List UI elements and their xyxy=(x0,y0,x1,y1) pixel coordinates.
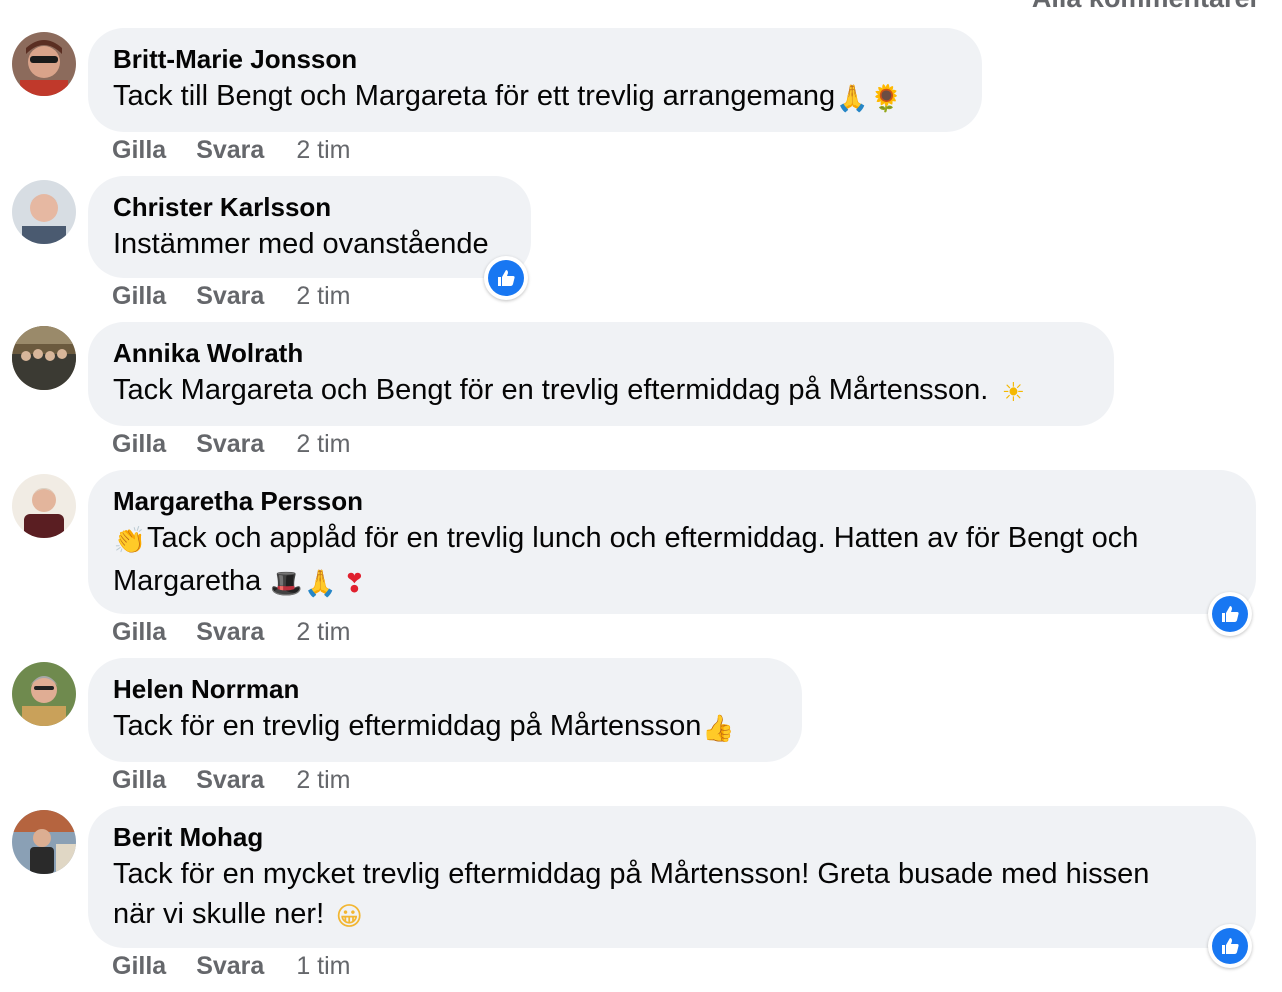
comments-page: Alla kommentarer Britt-Marie Jonsson Tac… xyxy=(0,0,1282,992)
comment-bubble: Helen Norrman Tack för en trevlig efterm… xyxy=(88,658,802,762)
like-icon xyxy=(488,260,524,296)
comment-actions: Gilla Svara 2 tim xyxy=(112,430,351,459)
comment-author[interactable]: Christer Karlsson xyxy=(113,190,506,224)
comment-timestamp[interactable]: 1 tim xyxy=(296,952,350,981)
like-reaction-badge[interactable] xyxy=(1208,924,1252,968)
like-button[interactable]: Gilla xyxy=(112,136,166,165)
like-icon xyxy=(1212,928,1248,964)
sun-emoji-icon: ☀ xyxy=(1001,378,1026,408)
reply-button[interactable]: Svara xyxy=(196,136,264,165)
like-button[interactable]: Gilla xyxy=(112,952,166,981)
reply-button[interactable]: Svara xyxy=(196,618,264,647)
like-reaction-badge[interactable] xyxy=(484,256,528,300)
folded-hands-emoji-icon: 🙏 xyxy=(835,84,869,114)
grinning-face-emoji-icon: 😀 xyxy=(335,902,363,932)
comment-text: Tack för en trevlig eftermiddag på Mårte… xyxy=(113,706,777,749)
comment-timestamp[interactable]: 2 tim xyxy=(296,136,350,165)
reply-button[interactable]: Svara xyxy=(196,282,264,311)
comment-bubble: Berit Mohag Tack för en mycket trevlig e… xyxy=(88,806,1256,948)
comment-author[interactable]: Helen Norrman xyxy=(113,672,777,706)
comment-actions: Gilla Svara 1 tim xyxy=(112,952,351,981)
comment-timestamp[interactable]: 2 tim xyxy=(296,430,350,459)
comment-text: 👏Tack och applåd för en trevlig lunch oc… xyxy=(113,518,1231,604)
reply-button[interactable]: Svara xyxy=(196,952,264,981)
comment-bubble: Annika Wolrath Tack Margareta och Bengt … xyxy=(88,322,1114,426)
comment-actions: Gilla Svara 2 tim xyxy=(112,136,351,165)
like-reaction-badge[interactable] xyxy=(1208,592,1252,636)
avatar[interactable] xyxy=(12,326,76,390)
avatar[interactable] xyxy=(12,180,76,244)
comment-text-line: Tack till Bengt och Margareta för ett tr… xyxy=(113,80,836,112)
comment-bubble: Margaretha Persson 👏Tack och applåd för … xyxy=(88,470,1256,614)
sunflower-emoji-icon: 🌻 xyxy=(869,84,903,114)
top-hat-emoji-icon: 🎩 xyxy=(270,569,303,599)
like-button[interactable]: Gilla xyxy=(112,282,166,311)
comment-author[interactable]: Annika Wolrath xyxy=(113,336,1089,370)
thumbs-up-emoji-icon: 👍 xyxy=(702,714,735,744)
comment-text: Tack Margareta och Bengt för en trevlig … xyxy=(113,370,1089,413)
comment-author[interactable]: Britt-Marie Jonsson xyxy=(113,42,957,76)
avatar[interactable] xyxy=(12,662,76,726)
comment-actions: Gilla Svara 2 tim xyxy=(112,766,351,795)
comment-text-line: Tack och applåd för en trevlig lunch och… xyxy=(147,522,1139,554)
avatar[interactable] xyxy=(12,810,76,874)
reply-button[interactable]: Svara xyxy=(196,430,264,459)
comment-timestamp[interactable]: 2 tim xyxy=(296,766,350,795)
comment-bubble: Britt-Marie Jonsson Tack till Bengt och … xyxy=(88,28,982,132)
heart-exclamation-emoji-icon: ❣ xyxy=(343,569,366,599)
comment-text: Tack till Bengt och Margareta för ett tr… xyxy=(113,76,957,119)
comment-timestamp[interactable]: 2 tim xyxy=(296,618,350,647)
reply-button[interactable]: Svara xyxy=(196,766,264,795)
comment-text: Instämmer med ovanstående xyxy=(113,224,506,264)
comment-author[interactable]: Berit Mohag xyxy=(113,820,1231,854)
avatar[interactable] xyxy=(12,474,76,538)
comment-bubble: Christer Karlsson Instämmer med ovanståe… xyxy=(88,176,531,278)
like-button[interactable]: Gilla xyxy=(112,618,166,647)
folded-hands-emoji-icon: 🙏 xyxy=(304,569,337,599)
comment-author[interactable]: Margaretha Persson xyxy=(113,484,1231,518)
comment-text-line: Instämmer med ovanstående xyxy=(113,228,489,260)
clapping-hands-emoji-icon: 👏 xyxy=(113,526,147,556)
like-button[interactable]: Gilla xyxy=(112,430,166,459)
comment-text-line: Tack för en mycket trevlig eftermiddag p… xyxy=(113,858,1150,890)
all-comments-link[interactable]: Alla kommentarer xyxy=(1032,0,1260,14)
comment-text: Tack för en mycket trevlig eftermiddag p… xyxy=(113,854,1231,937)
comment-text-line: Tack för en trevlig eftermiddag på Mårte… xyxy=(113,710,702,742)
comment-timestamp[interactable]: 2 tim xyxy=(296,282,350,311)
avatar[interactable] xyxy=(12,32,76,96)
comment-text-line: Tack Margareta och Bengt för en trevlig … xyxy=(113,374,989,406)
comment-text-line: Margaretha xyxy=(113,565,262,597)
like-icon xyxy=(1212,596,1248,632)
comment-actions: Gilla Svara 2 tim xyxy=(112,618,351,647)
comment-actions: Gilla Svara 2 tim xyxy=(112,282,351,311)
like-button[interactable]: Gilla xyxy=(112,766,166,795)
comment-text-line: när vi skulle ner! xyxy=(113,898,325,930)
